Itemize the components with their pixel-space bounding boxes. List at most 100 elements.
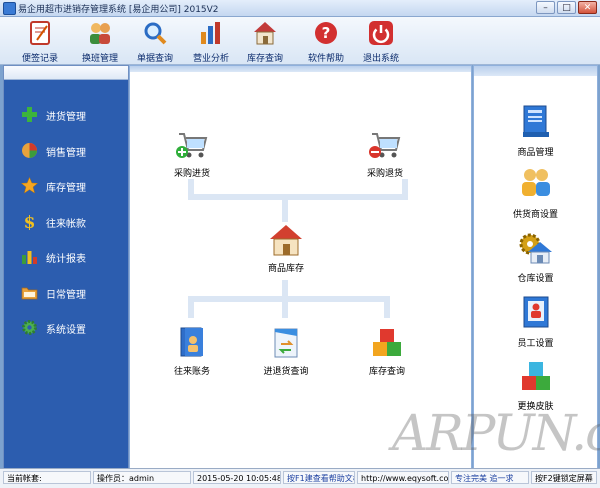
flow-node-label: 往来账务	[173, 367, 210, 377]
toolbar-label: 便签记录	[21, 54, 58, 64]
warehouse-icon	[254, 22, 276, 45]
flow-panel-header	[130, 66, 471, 72]
notepad-icon	[30, 21, 50, 45]
toolbar-label: 库存查询	[246, 54, 283, 64]
nav-item-label: 日常管理	[46, 289, 86, 301]
shortcut-label: 员工设置	[517, 339, 554, 349]
status-help-text: 按F1建查看帮助文档	[287, 474, 355, 483]
nav-item-purchase[interactable]: 进货管理	[4, 97, 128, 133]
cart-remove-icon	[369, 133, 401, 158]
power-icon	[369, 21, 393, 45]
flow-connector	[384, 296, 390, 318]
toolbar-label: 换班管理	[81, 54, 118, 64]
right-shortcuts-panel: 商品管理 供货商设置 仓库设置 员工设置 更换皮肤	[473, 65, 598, 469]
cart-add-icon	[176, 133, 208, 158]
nav-item-label: 销售管理	[46, 147, 86, 159]
nav-item-label: 统计报表	[46, 254, 86, 265]
main-toolbar: 便签记录 换班管理 单据查询 营业分析 库存查询 ? 软件帮助 退出系统	[0, 17, 600, 65]
minimize-button[interactable]: –	[536, 1, 555, 14]
flow-panel: 采购进货 采购退货 商品库存 往来账务 进退货查询 库存查询	[129, 65, 472, 469]
flow-connector	[282, 296, 288, 318]
flow-connector	[188, 296, 390, 302]
flow-connector	[188, 179, 194, 199]
nav-item-accounts[interactable]: $ 往来帐款	[4, 204, 128, 240]
employee-icon	[523, 296, 548, 328]
gear-icon	[22, 320, 37, 335]
shortcut-label: 供货商设置	[512, 210, 558, 220]
toolbar-shift-button[interactable]: 换班管理	[74, 20, 126, 64]
plus-icon	[22, 107, 37, 122]
toolbar-label: 营业分析	[192, 54, 229, 64]
toolbar-exit-button[interactable]: 退出系统	[355, 20, 407, 64]
pie-chart-icon	[22, 142, 37, 158]
window-title: 易企用超市进销存管理系统 [易企用公司] 2015V2	[18, 5, 219, 15]
flow-purchase-return[interactable]: 采购退货	[358, 128, 412, 179]
skin-blocks-icon	[521, 362, 550, 390]
shortcut-change-skin[interactable]: 更换皮肤	[474, 358, 597, 412]
shortcut-supplier-settings[interactable]: 供货商设置	[474, 166, 597, 220]
flow-connector	[402, 179, 408, 199]
app-icon	[3, 2, 16, 15]
status-account: 当前帐套:	[3, 471, 91, 484]
flow-accounts[interactable]: 往来账务	[165, 326, 219, 377]
magnifier-icon	[144, 22, 167, 45]
flow-node-label: 库存查询	[368, 367, 405, 377]
toolbar-query-button[interactable]: 单据查询	[129, 20, 181, 64]
nav-item-settings[interactable]: 系统设置	[4, 310, 128, 346]
nav-item-inventory[interactable]: 库存管理	[4, 168, 128, 204]
bar-chart-icon	[22, 251, 37, 264]
close-button[interactable]: ✕	[578, 1, 597, 14]
supplier-icon	[521, 169, 550, 196]
title-bar: 易企用超市进销存管理系统 [易企用公司] 2015V2 – □ ✕	[0, 0, 600, 17]
shortcut-label: 更换皮肤	[517, 402, 554, 412]
shortcut-employee-settings[interactable]: 员工设置	[474, 295, 597, 349]
status-help-tip: 按F1建查看帮助文档	[283, 471, 355, 484]
flow-connector	[282, 200, 288, 222]
toolbar-analysis-button[interactable]: 营业分析	[185, 20, 237, 64]
flow-node-label: 进退货查询	[263, 367, 309, 377]
status-lock-tip: 按F2键锁定屏幕	[531, 471, 597, 484]
status-slogan: 专注完美 追一求	[451, 471, 529, 484]
ledger-book-icon	[180, 327, 203, 357]
document-swap-icon	[274, 328, 298, 358]
shortcut-product-management[interactable]: 商品管理	[474, 104, 597, 158]
right-panel-header	[474, 66, 597, 76]
product-book-icon	[522, 105, 549, 137]
status-url[interactable]: http://www.eqysoft.com/	[357, 471, 449, 484]
flow-stock-query[interactable]: 库存查询	[360, 326, 414, 377]
star-icon	[21, 177, 38, 194]
bar-chart-icon	[201, 22, 220, 44]
nav-item-label: 系统设置	[46, 325, 86, 336]
nav-item-label: 往来帐款	[46, 218, 86, 230]
help-icon: ?	[315, 22, 337, 44]
flow-node-label: 商品库存	[267, 264, 304, 274]
left-nav-panel: 进货管理 销售管理 库存管理 $ 往来帐款 统计报表 日常管理 系统设置	[3, 65, 129, 469]
shift-icon	[90, 23, 110, 44]
toolbar-label: 单据查询	[136, 54, 173, 64]
flow-inventory[interactable]: 商品库存	[260, 223, 312, 274]
toolbar-stock-button[interactable]: 库存查询	[239, 20, 291, 64]
toolbar-notes-button[interactable]: 便签记录	[14, 20, 66, 64]
shortcut-label: 商品管理	[517, 148, 554, 158]
maximize-button[interactable]: □	[557, 1, 576, 14]
toolbar-help-button[interactable]: ? 软件帮助	[300, 20, 352, 64]
folder-icon	[21, 287, 38, 299]
status-operator: 操作员：admin	[93, 471, 191, 484]
nav-item-sales[interactable]: 销售管理	[4, 133, 128, 169]
warehouse-icon	[270, 225, 302, 256]
toolbar-label: 退出系统	[362, 54, 399, 64]
flow-connector	[188, 194, 408, 200]
status-slogan-text: 专注完美 追一求	[455, 474, 514, 483]
flow-node-label: 采购进货	[173, 169, 210, 179]
toolbar-label: 软件帮助	[307, 54, 344, 64]
nav-item-reports[interactable]: 统计报表	[4, 239, 128, 275]
flow-purchase-in[interactable]: 采购进货	[165, 128, 219, 179]
stacked-boxes-icon	[373, 329, 401, 356]
status-datetime: 2015-05-20 10:05:48	[193, 471, 281, 484]
svg-text:$: $	[24, 213, 36, 230]
nav-item-daily[interactable]: 日常管理	[4, 275, 128, 311]
flow-in-out-query[interactable]: 进退货查询	[258, 326, 314, 377]
dollar-icon: $	[24, 213, 36, 230]
shortcut-warehouse-settings[interactable]: 仓库设置	[474, 230, 597, 284]
left-nav-header	[4, 66, 128, 80]
